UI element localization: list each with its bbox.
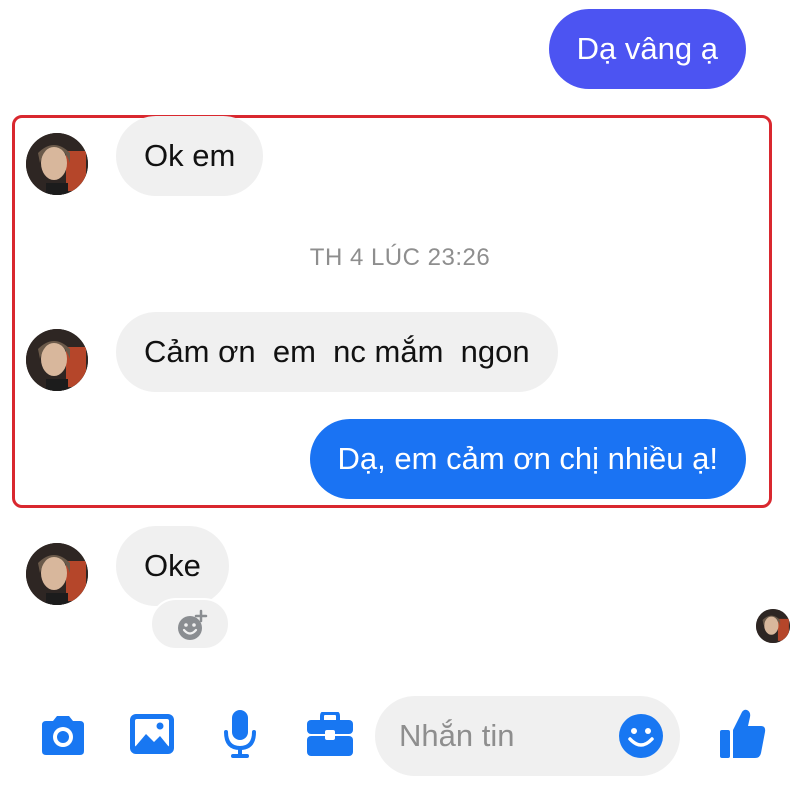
message-timestamp: TH 4 LÚC 23:26: [309, 244, 491, 271]
seen-avatar: [756, 609, 790, 643]
message-bubble-outgoing[interactable]: Dạ vâng ạ: [548, 9, 746, 89]
message-bubble-incoming[interactable]: Oke: [116, 526, 229, 606]
add-reaction-icon: [178, 609, 208, 640]
emoji-icon[interactable]: [618, 713, 664, 759]
contact-avatar[interactable]: [26, 329, 88, 391]
briefcase-icon[interactable]: [305, 712, 355, 758]
thumbs-up-icon[interactable]: [718, 708, 768, 760]
contact-avatar[interactable]: [26, 133, 88, 195]
message-bubble-incoming[interactable]: Ok em: [116, 116, 264, 196]
microphone-icon[interactable]: [222, 708, 258, 760]
message-composer[interactable]: [375, 696, 680, 776]
message-bubble-outgoing[interactable]: Dạ, em cảm ơn chị nhiều ạ!: [309, 419, 746, 499]
add-reaction-button[interactable]: [150, 598, 230, 650]
message-bubble-incoming[interactable]: Cảm ơn em nc mắm ngon: [116, 312, 558, 392]
chat-screen: Dạ vâng ạ Ok em TH 4 LÚC 23:26 Cảm ơn em…: [0, 0, 800, 800]
camera-icon[interactable]: [38, 715, 88, 757]
image-icon[interactable]: [128, 712, 176, 756]
contact-avatar[interactable]: [26, 543, 88, 605]
message-input[interactable]: [399, 696, 609, 776]
